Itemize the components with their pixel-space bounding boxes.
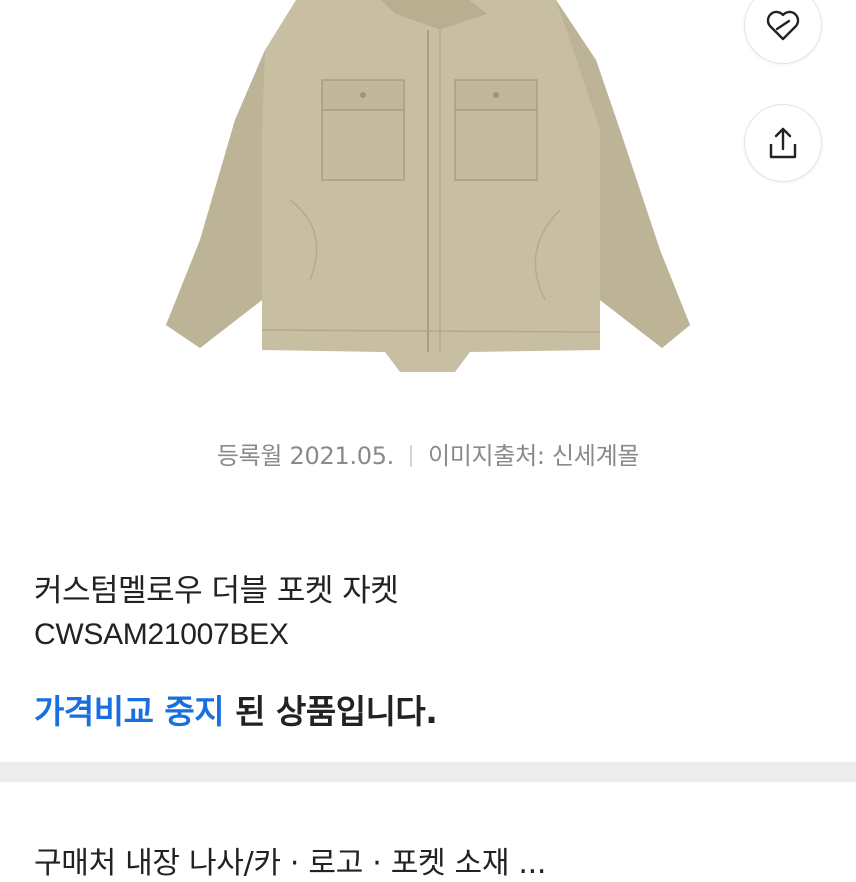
notice-highlight: 가격비교 중지 bbox=[34, 692, 225, 731]
product-image bbox=[166, 0, 690, 372]
section-divider bbox=[0, 762, 856, 782]
registered-date: 등록월 2021.05. bbox=[216, 442, 394, 470]
product-image-area[interactable] bbox=[0, 0, 856, 400]
meta-divider bbox=[410, 445, 412, 467]
next-section-text: 구매처 내장 나사/카 · 로고 · 포켓 소재 ... bbox=[34, 846, 547, 881]
image-source: 이미지출처: 신세계몰 bbox=[428, 442, 640, 470]
product-meta: 등록월 2021.05. 이미지출처: 신세계몰 bbox=[0, 436, 856, 471]
product-name: 커스텀멜로우 더블 포켓 자켓 bbox=[34, 573, 399, 609]
notice-text: 된 상품입니다. bbox=[224, 692, 438, 731]
share-button[interactable] bbox=[744, 104, 822, 182]
price-compare-notice: 가격비교 중지 된 상품입니다. bbox=[34, 685, 438, 733]
share-icon bbox=[769, 127, 797, 159]
heart-link-icon bbox=[766, 10, 800, 41]
product-code: CWSAM21007BEX bbox=[34, 618, 289, 651]
